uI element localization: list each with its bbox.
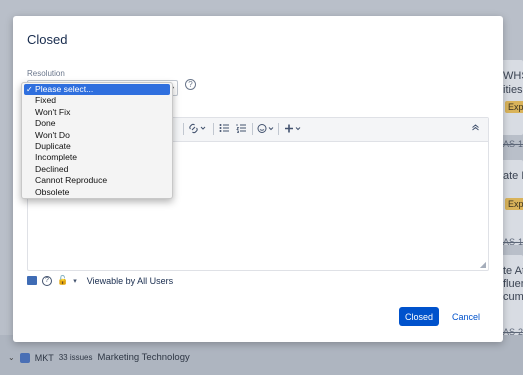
link-icon[interactable] (188, 123, 206, 136)
resolution-label: Resolution (27, 69, 65, 78)
bg-card-text: te Att (503, 265, 523, 277)
resolution-option[interactable]: Done (22, 118, 172, 129)
resolution-option[interactable]: Cannot Reproduce (22, 175, 172, 186)
help-icon[interactable]: ? (185, 79, 196, 90)
submit-closed-button[interactable]: Closed (399, 307, 439, 326)
bg-issue-key: AS-1 (503, 237, 523, 247)
bg-card-text: fluenc (503, 278, 523, 290)
bg-issue-key: AS-10 (503, 139, 523, 149)
resolution-option[interactable]: Duplicate (22, 141, 172, 152)
checkmark-icon: ✓ (26, 85, 33, 94)
visibility-row: ? 🔓 ▾ Viewable by All Users (27, 275, 173, 286)
bg-status-badge: Expa (505, 198, 523, 210)
resize-handle[interactable]: ◢ (480, 260, 486, 269)
chevron-down-icon[interactable]: ▾ (73, 277, 77, 285)
chevron-down-icon: ⌄ (8, 353, 15, 362)
emoji-icon[interactable] (257, 123, 275, 136)
bg-card-text: WHS (503, 70, 523, 82)
bg-status-badge: Expa (505, 101, 523, 113)
cancel-button[interactable]: Cancel (449, 307, 483, 326)
bullet-list-icon[interactable] (219, 123, 229, 135)
resolution-option[interactable]: Won't Fix (22, 107, 172, 118)
help-icon[interactable]: ? (42, 275, 52, 286)
project-icon (19, 352, 30, 363)
transition-dialog: Closed Resolution ▾ ? ✓ Please select...… (13, 16, 503, 342)
project-key: MKT (34, 352, 54, 363)
numbered-list-icon[interactable] (236, 123, 246, 135)
bg-card-text: ate D (503, 170, 523, 182)
image-icon[interactable] (27, 276, 37, 285)
resolution-option[interactable]: ✓ Please select... (24, 84, 170, 96)
dialog-title: Closed (27, 32, 68, 47)
plus-icon[interactable] (284, 123, 302, 136)
resolution-option[interactable]: Fixed (22, 95, 172, 106)
toolbar-divider (252, 123, 253, 135)
resolution-option[interactable]: Obsolete (22, 187, 172, 198)
resolution-dropdown: ✓ Please select... Fixed Won't Fix Done … (21, 82, 173, 199)
toolbar-divider (278, 123, 279, 135)
visibility-text: Viewable by All Users (86, 275, 174, 286)
bg-project-row: ⌄ MKT 33 issues Marketing Technology (8, 352, 190, 363)
toolbar-divider (213, 123, 214, 135)
project-name: Marketing Technology (97, 352, 190, 363)
bg-card-text: cument (503, 291, 523, 303)
double-chevron-up-icon[interactable] (471, 123, 480, 134)
unlock-icon[interactable]: 🔓 (57, 275, 68, 286)
resolution-option[interactable]: Incomplete (22, 152, 172, 163)
bg-card-text: ities p (503, 84, 523, 96)
toolbar-divider (183, 123, 184, 135)
resolution-option[interactable]: Declined (22, 164, 172, 175)
resolution-option[interactable]: Won't Do (22, 130, 172, 141)
issue-count: 33 issues (58, 353, 93, 362)
